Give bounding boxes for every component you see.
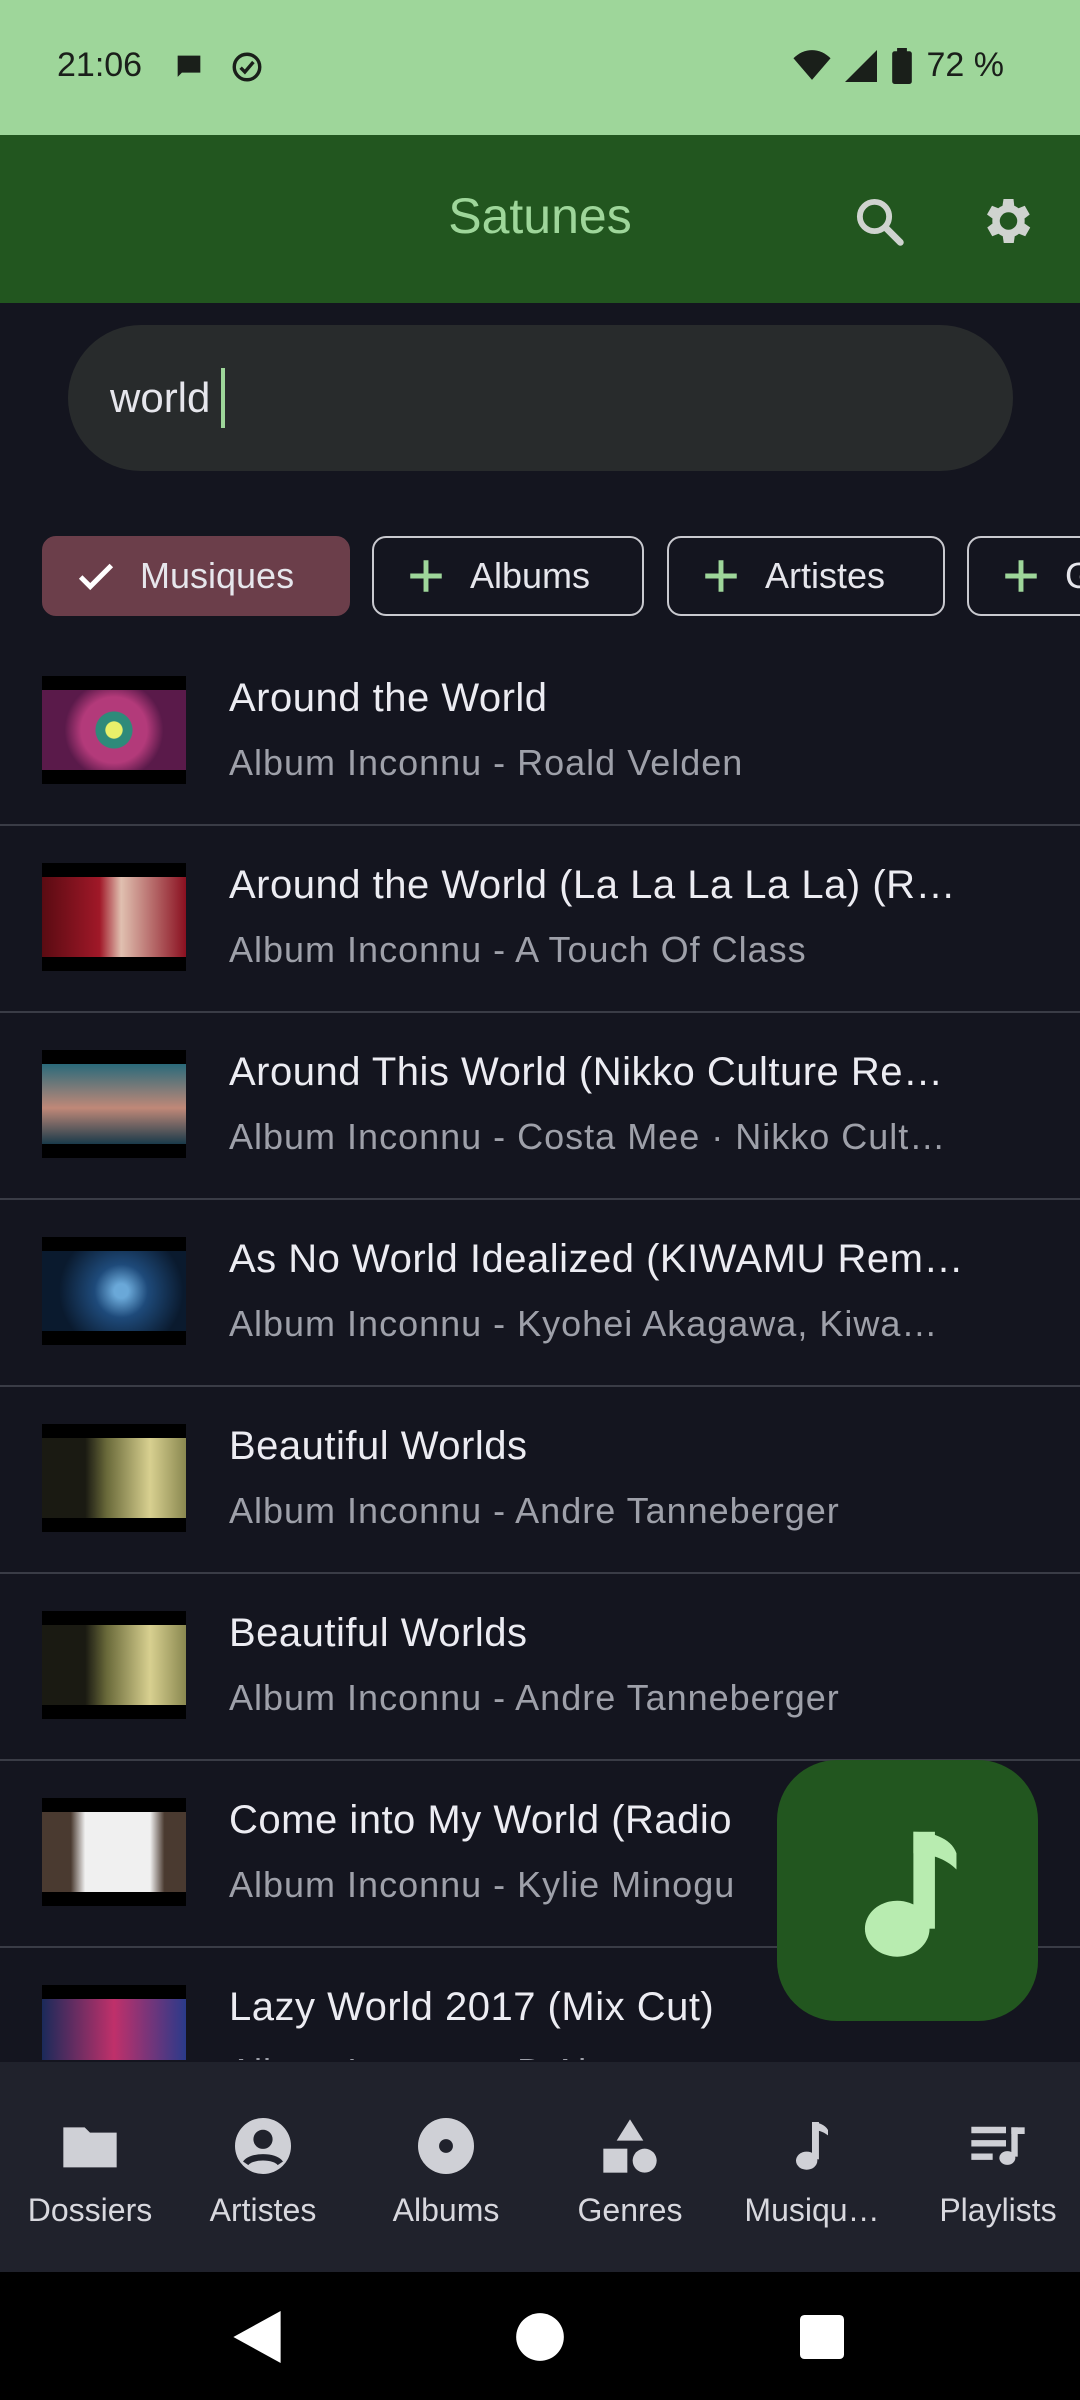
song-title: Around the World [229,676,548,720]
album-art [42,1050,186,1158]
search-button[interactable] [843,185,915,257]
chip-label: Albums [470,555,591,596]
chip-albums[interactable]: Albums [372,536,644,616]
list-item[interactable]: Beautiful Worlds Album Inconnu - Andre T… [0,1388,1080,1574]
chip-genres[interactable]: G [967,536,1080,616]
nav-musiques[interactable]: Musiqu… [722,2062,902,2272]
song-subtitle: Album Inconnu - Roald Velden [229,742,744,783]
check-icon [66,546,126,606]
search-field[interactable] [68,325,1013,471]
nav-dossiers[interactable]: Dossiers [0,2062,180,2272]
plus-icon [991,546,1051,606]
status-bar: 21:06 72 % [0,0,1080,135]
song-title: As No World Idealized (KIWAMU Rem… [229,1237,964,1281]
plus-icon [691,546,751,606]
nav-genres[interactable]: Genres [540,2062,720,2272]
playlist-icon [971,2126,1025,2165]
system-navigation-bar [0,2272,1080,2400]
chip-label: G [1065,555,1080,596]
nav-label: Albums [392,2192,500,2228]
nav-label: Artistes [209,2192,317,2228]
song-title: Around the World (La La La La La) (R… [229,863,957,907]
filter-chips: Musiques Albums Artistes G [0,536,1080,620]
person-icon [235,2118,291,2174]
song-subtitle: Album Inconnu - D Al [229,2051,989,2060]
home-icon [516,2313,564,2361]
recents-button[interactable] [787,2302,857,2372]
nav-label: Dossiers [27,2192,153,2228]
check-circle-icon [232,52,262,82]
wifi-icon [792,49,831,80]
search-input[interactable] [110,325,970,471]
nav-albums[interactable]: Albums [356,2062,536,2272]
album-art [42,1424,186,1532]
list-item[interactable]: As No World Idealized (KIWAMU Rem… Album… [0,1201,1080,1387]
signal-icon [844,49,877,82]
now-playing-fab[interactable] [777,1760,1038,2021]
song-subtitle: Album Inconnu - Andre Tanneberger [229,1677,840,1718]
shapes-icon [603,2119,657,2173]
album-art [42,1798,186,1906]
status-time: 21:06 [57,46,143,84]
chat-bubble-icon [177,55,201,77]
song-subtitle: Album Inconnu - Andre Tanneberger [229,1490,840,1531]
app-title: Satunes [448,188,632,244]
back-button[interactable] [222,2302,292,2372]
plus-icon [396,546,456,606]
chip-musiques[interactable]: Musiques [42,536,350,616]
album-art [42,863,186,971]
song-subtitle: Album Inconnu - Costa Mee · Nikko Cult… [229,1116,947,1157]
list-item[interactable]: Beautiful Worlds Album Inconnu - Andre T… [0,1575,1080,1761]
album-art [42,1985,186,2060]
chip-label: Musiques [140,555,295,596]
album-art [42,1237,186,1345]
song-subtitle: Album Inconnu - A Touch Of Class [229,929,807,970]
nav-playlists[interactable]: Playlists [908,2062,1080,2272]
nav-artistes[interactable]: Artistes [173,2062,353,2272]
song-subtitle: Album Inconnu - Kyohei Akagawa, Kiwa… [229,1303,939,1344]
search-icon [856,198,904,246]
nav-label: Musiqu… [744,2192,880,2228]
recents-icon [800,2315,844,2359]
nav-label: Playlists [939,2192,1057,2228]
list-item[interactable]: Around the World (La La La La La) (R… Al… [0,827,1080,1013]
album-art [42,676,186,784]
song-title: Around This World (Nikko Culture Re… [229,1050,944,1094]
back-icon [233,2311,281,2363]
song-title: Beautiful Worlds [229,1424,528,1468]
chip-label: Artistes [765,555,886,596]
nav-label: Genres [577,2192,683,2228]
list-item[interactable]: Around This World (Nikko Culture Re… Alb… [0,1014,1080,1200]
music-note-icon [864,1831,956,1957]
album-art [42,1611,186,1719]
chip-artistes[interactable]: Artistes [667,536,945,616]
app-bar: Satunes [0,135,1080,303]
settings-icon [987,199,1031,243]
song-title: Beautiful Worlds [229,1611,528,1655]
album-icon [418,2118,474,2174]
home-button[interactable] [505,2302,575,2372]
music-note-icon [796,2122,828,2170]
settings-button[interactable] [970,185,1042,257]
folder-icon [63,2127,117,2168]
text-caret [221,368,225,428]
status-right: 72 % [792,46,1005,85]
battery-icon [891,47,912,84]
bottom-navigation: Dossiers Artistes Albums Genres Musiqu… … [0,2062,1080,2272]
list-item[interactable]: Around the World Album Inconnu - Roald V… [0,640,1080,826]
battery-percent: 72 % [926,46,1005,84]
